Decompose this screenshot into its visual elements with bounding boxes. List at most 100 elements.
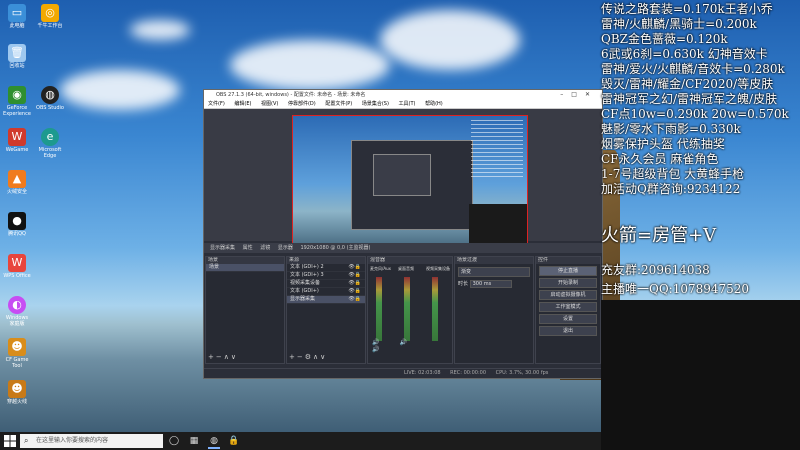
overlay-line: 1-7号超级背包 大黄蜂手枪 — [601, 167, 745, 181]
desktop-icon-wegame[interactable]: W WeGame — [3, 128, 31, 153]
desktop-icon-computer[interactable]: ▭ 此电脑 — [3, 4, 31, 29]
edge-taskbar-icon[interactable]: ▦ — [188, 435, 200, 447]
desktop-icon-label: 千牛工作台 — [37, 23, 63, 29]
scenes-dock: 场景 场景 +−∧∨ — [205, 256, 285, 364]
display-label: 显示器 — [277, 245, 293, 251]
desktop-icon-label: Microsoft Edge — [38, 147, 62, 159]
overlay-fan-group: 充友群:209614038 — [601, 263, 710, 277]
desktop-icon-label: Windows 家庭版 — [5, 315, 29, 327]
taskbar-search[interactable]: ⌕ 在这里输入你要搜索的内容 — [20, 434, 163, 448]
obs-taskbar-icon[interactable]: ◍ — [208, 435, 220, 449]
stop-streaming-button[interactable]: 停止直播 — [539, 266, 597, 276]
source-item[interactable]: 视频采集设备 👁🔒 — [287, 280, 365, 288]
preview-area[interactable] — [204, 109, 602, 253]
computer-icon: ▭ — [8, 4, 26, 22]
source-item[interactable]: 文本 (GDI+) 👁🔒 — [287, 288, 365, 296]
menu-tools[interactable]: 工具(T) — [399, 101, 416, 107]
overlay-line: 雷神/爱火/火麒麟/音效卡=0.280k — [601, 62, 785, 76]
qianniu-icon: ◎ — [41, 4, 59, 22]
start-recording-button[interactable]: 开始录制 — [539, 278, 597, 288]
menu-profile[interactable]: 配置文件(P) — [325, 101, 352, 107]
desktop-icon-nvidia[interactable]: ◉ GeForce Experience — [3, 86, 31, 117]
studio-mode-button[interactable]: 工作室模式 — [539, 302, 597, 312]
window-controls[interactable]: –□✕ — [560, 90, 598, 100]
windows-start-icon[interactable] — [4, 435, 16, 447]
desktop-icon-qq[interactable]: ● 腾讯QQ — [3, 212, 31, 237]
display-select[interactable]: 1920x1080 @ 0,0 (主监视器) — [300, 245, 370, 251]
desktop-icon-windows[interactable]: ◐ Windows 家庭版 — [3, 296, 31, 327]
desktop-icon-wps[interactable]: W WPS Office — [3, 254, 31, 279]
virtual-camera-button[interactable]: 启动虚拟摄像机 — [539, 290, 597, 300]
mixer-mute-controls[interactable]: 🔊🔊🔊 — [372, 339, 452, 353]
duration-input[interactable]: 300 ms — [469, 280, 512, 288]
obs-window[interactable]: OBS 27.1.3 (64-bit, windows) - 配置文件: 未命名… — [203, 89, 603, 379]
properties-button[interactable]: 属性 — [243, 245, 253, 251]
transition-duration-row: 时长 300 ms — [458, 280, 530, 288]
overlay-streamer-qq: 主播唯一QQ:1078947520 — [601, 282, 750, 296]
cloud — [230, 40, 390, 90]
preview-canvas[interactable] — [292, 115, 528, 253]
settings-button[interactable]: 设置 — [539, 314, 597, 324]
menu-file[interactable]: 文件(F) — [208, 101, 225, 107]
search-placeholder: 在这里输入你要搜索的内容 — [36, 437, 109, 444]
source-label: 文本 (GDI+) — [290, 288, 319, 294]
cloud — [60, 70, 180, 110]
cf-game-icon: ☻ — [8, 338, 26, 356]
overlay-line: CF点10w=0.290k 20w=0.570k — [601, 107, 789, 121]
menu-help[interactable]: 帮助(H) — [425, 101, 443, 107]
overlay-line: 魅影/零水下雨影=0.330k — [601, 122, 741, 136]
desktop-icon-huorong[interactable]: ▲ 火绒安全 — [3, 170, 31, 195]
obs-statusbar: LIVE: 02:03:08 REC: 00:00:00 CPU: 3.7%, … — [204, 368, 602, 378]
overlay-line: 烟雾保护头盔 代练抽奖 — [601, 137, 725, 151]
source-item[interactable]: 文本 (GDI+) 3 👁🔒 — [287, 272, 365, 280]
exit-button[interactable]: 退出 — [539, 326, 597, 336]
desktop-icon-recycle[interactable]: 🗑 回收站 — [3, 44, 31, 69]
eye-lock-icon[interactable]: 👁🔒 — [348, 272, 361, 279]
source-item[interactable]: 文本 (GDI+) 2 👁🔒 — [287, 264, 365, 272]
menu-scene-collection[interactable]: 场景集合(S) — [362, 101, 389, 107]
desktop-icon-crossfire[interactable]: ☻ 穿越火线 — [3, 380, 31, 405]
eye-lock-icon[interactable]: 👁🔒 — [348, 264, 361, 271]
audio-meter — [404, 277, 410, 341]
desktop-icon-label: 回收站 — [9, 63, 25, 69]
task-view-icon[interactable]: ◯ — [168, 435, 180, 447]
menu-view[interactable]: 视图(V) — [261, 101, 278, 107]
eye-lock-icon[interactable]: 👁🔒 — [348, 288, 361, 295]
menu-docks[interactable]: 停靠部件(D) — [288, 101, 316, 107]
crossfire-icon: ☻ — [8, 380, 26, 398]
wegame-icon: W — [8, 128, 26, 146]
desktop-icon-qianniu[interactable]: ◎ 千牛工作台 — [36, 4, 64, 29]
overlay-line: 雷神冠军之幻/雷神冠军之魄/皮肤 — [601, 92, 778, 106]
desktop-icon-edge[interactable]: e Microsoft Edge — [36, 128, 64, 159]
live-status: LIVE: 02:03:08 — [404, 370, 441, 376]
huorong-icon: ▲ — [8, 170, 26, 188]
scene-controls[interactable]: +−∧∨ — [208, 353, 238, 361]
edge-icon: e — [41, 128, 59, 146]
source-controls[interactable]: +−⚙∧∨ — [289, 353, 327, 361]
source-label: 视频采集设备 — [290, 280, 321, 286]
sources-dock-title: 来源 — [287, 257, 365, 264]
desktop-icon-obs[interactable]: ◍ OBS Studio — [36, 86, 64, 111]
mixer-channel-label: 桌面音频 — [398, 266, 414, 271]
lock-taskbar-icon[interactable]: 🔒 — [228, 435, 240, 447]
desktop-icon-cf-tool[interactable]: ☻ CF Game Tool — [3, 338, 31, 369]
scenes-dock-title: 场景 — [206, 257, 284, 264]
obs-titlebar[interactable]: OBS 27.1.3 (64-bit, windows) - 配置文件: 未命名… — [204, 90, 602, 100]
nvidia-icon: ◉ — [8, 86, 26, 104]
source-item[interactable]: 显示器采集 👁🔒 — [287, 296, 365, 304]
eye-lock-icon[interactable]: 👁🔒 — [348, 296, 361, 303]
desktop-icon-label: 此电脑 — [9, 23, 25, 29]
rec-status: REC: 00:00:00 — [450, 370, 487, 376]
scene-item[interactable]: 场景 — [206, 264, 284, 272]
mixer-dock-title: 混音器 — [368, 257, 452, 264]
wps-icon: W — [8, 254, 26, 272]
desktop-icon-label: CF Game Tool — [5, 357, 29, 369]
desktop-icon-label: WPS Office — [3, 273, 31, 279]
eye-lock-icon[interactable]: 👁🔒 — [348, 280, 361, 287]
transition-select[interactable]: 渐变 — [458, 267, 530, 277]
filters-button[interactable]: 滤镜 — [260, 245, 270, 251]
overlay-line: 雷神/火麒麟/黑骑士=0.200k — [601, 17, 757, 31]
menu-edit[interactable]: 编辑(E) — [234, 101, 251, 107]
source-toolbar: 显示器采集 属性 滤镜 显示器 1920x1080 @ 0,0 (主监视器) — [204, 243, 602, 253]
overlay-line: QBZ金色蔷薇=0.120k — [601, 32, 728, 46]
